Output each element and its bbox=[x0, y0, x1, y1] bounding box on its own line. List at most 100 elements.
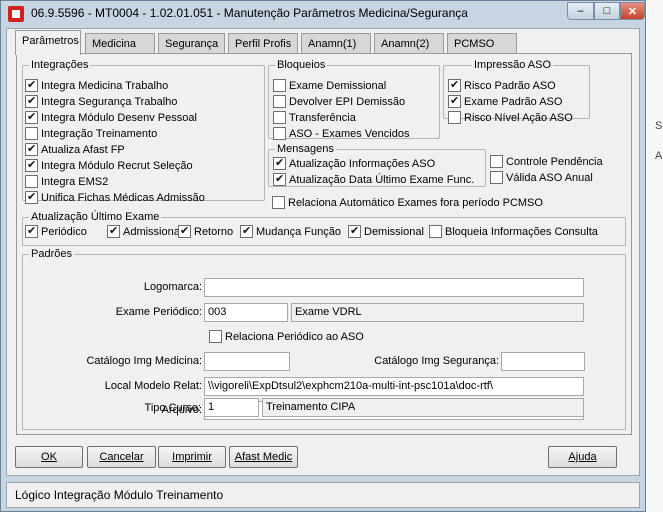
checkbox-label: Retorno bbox=[194, 225, 234, 238]
checkbox-box[interactable] bbox=[272, 196, 285, 209]
ajuda-button[interactable]: Ajuda bbox=[548, 446, 617, 468]
exame-demissional-checkbox[interactable]: Exame Demissional bbox=[273, 79, 386, 92]
periodico-checkbox[interactable]: Periódico bbox=[25, 224, 87, 238]
checkbox-box[interactable] bbox=[273, 79, 286, 92]
checkbox-box[interactable] bbox=[448, 94, 461, 108]
checkbox-label: Controle Pendência bbox=[506, 155, 603, 168]
logomarca-label: Logomarca: bbox=[143, 281, 202, 293]
ok-button[interactable]: OK bbox=[15, 446, 83, 468]
catalogo-seguranca-input[interactable] bbox=[501, 352, 585, 371]
integra-seguranca-checkbox[interactable]: Integra Segurança Trabalho bbox=[25, 94, 177, 108]
checkbox-box[interactable] bbox=[273, 95, 286, 108]
transferencia-checkbox[interactable]: Transferência bbox=[273, 111, 356, 124]
checkbox-label: Integra Medicina Trabalho bbox=[41, 79, 169, 92]
controle-pendencia-checkbox[interactable]: Controle Pendência bbox=[490, 155, 603, 168]
atualizacao-data-ultimo-exame-checkbox[interactable]: Atualização Data Último Exame Func. bbox=[273, 172, 475, 186]
integra-ems2-checkbox[interactable]: Integra EMS2 bbox=[25, 175, 108, 188]
close-button[interactable]: ✕ bbox=[620, 2, 645, 20]
checkbox-label: Integra Módulo Desenv Pessoal bbox=[41, 111, 197, 124]
checkbox-label: Integra EMS2 bbox=[41, 175, 109, 188]
catalogo-seguranca-label: Catálogo Img Segurança: bbox=[374, 355, 499, 367]
tab-parametros[interactable]: Parâmetros bbox=[15, 30, 81, 55]
tab-seguranca[interactable]: Segurança bbox=[158, 33, 225, 53]
checkbox-box[interactable] bbox=[25, 142, 38, 156]
checkbox-label: Devolver EPI Demissão bbox=[289, 95, 406, 108]
impressao-aso-legend: Impressão ASO bbox=[474, 59, 552, 71]
risco-padrao-checkbox[interactable]: Risco Padrão ASO bbox=[448, 78, 556, 92]
checkbox-label: Atualização Data Último Exame Func. bbox=[289, 173, 475, 186]
checkbox-box[interactable] bbox=[25, 110, 38, 124]
title-bar[interactable]: 06.9.5596 - MT0004 - 1.02.01.051 - Manut… bbox=[1, 1, 645, 27]
background-glyph: S bbox=[655, 120, 663, 132]
checkbox-box[interactable] bbox=[107, 224, 120, 238]
atualiza-afast-fp-checkbox[interactable]: Atualiza Afast FP bbox=[25, 142, 125, 156]
integra-medicina-checkbox[interactable]: Integra Medicina Trabalho bbox=[25, 78, 169, 92]
exame-periodico-description: Exame VDRL bbox=[291, 303, 584, 322]
checkbox-box[interactable] bbox=[490, 171, 503, 184]
status-bar: Lógico Integração Módulo Treinamento bbox=[6, 482, 640, 508]
checkbox-label: Atualiza Afast FP bbox=[41, 143, 125, 156]
checkbox-label: Bloqueia Informações Consulta bbox=[445, 225, 598, 238]
checkbox-box[interactable] bbox=[25, 94, 38, 108]
retorno-checkbox[interactable]: Retorno bbox=[178, 224, 234, 238]
checkbox-label: Exame Padrão ASO bbox=[464, 95, 563, 108]
tipo-curso-label: Tipo Curso: bbox=[144, 402, 201, 414]
checkbox-box[interactable] bbox=[25, 78, 38, 92]
checkbox-box[interactable] bbox=[490, 155, 503, 168]
checkbox-box[interactable] bbox=[25, 175, 38, 188]
checkbox-box[interactable] bbox=[348, 224, 361, 238]
tab-anamn-1[interactable]: Anamn(1) bbox=[301, 33, 371, 53]
relaciona-periodico-checkbox[interactable]: Relaciona Periódico ao ASO bbox=[209, 330, 364, 343]
checkbox-box[interactable] bbox=[273, 111, 286, 124]
unifica-fichas-checkbox[interactable]: Unifica Fichas Médicas Admissão bbox=[25, 190, 205, 204]
cancelar-button[interactable]: Cancelar bbox=[87, 446, 156, 468]
valida-aso-anual-checkbox[interactable]: Válida ASO Anual bbox=[490, 171, 593, 184]
checkbox-box[interactable] bbox=[240, 224, 253, 238]
checkbox-box[interactable] bbox=[25, 224, 38, 238]
afast-medic-button[interactable]: Afast Medic bbox=[229, 446, 298, 468]
checkbox-box[interactable] bbox=[25, 190, 38, 204]
checkbox-label: Relaciona Periódico ao ASO bbox=[225, 330, 364, 343]
checkbox-label: Válida ASO Anual bbox=[506, 171, 593, 184]
minimize-button[interactable]: – bbox=[567, 2, 594, 20]
checkbox-box[interactable] bbox=[273, 127, 286, 140]
checkbox-box[interactable] bbox=[178, 224, 191, 238]
integracao-treinamento-checkbox[interactable]: Integração Treinamento bbox=[25, 127, 157, 140]
devolver-epi-checkbox[interactable]: Devolver EPI Demissão bbox=[273, 95, 405, 108]
mudanca-funcao-checkbox[interactable]: Mudança Função bbox=[240, 224, 341, 238]
imprimir-button[interactable]: Imprimir bbox=[158, 446, 226, 468]
atualizacao-informacoes-aso-checkbox[interactable]: Atualização Informações ASO bbox=[273, 156, 436, 170]
tab-medicina[interactable]: Medicina bbox=[85, 33, 155, 53]
maximize-button[interactable]: □ bbox=[594, 2, 620, 20]
checkbox-box[interactable] bbox=[209, 330, 222, 343]
checkbox-box[interactable] bbox=[448, 111, 461, 124]
risco-nivel-acao-checkbox[interactable]: Risco Nível Ação ASO bbox=[448, 111, 573, 124]
dialog-content: Parâmetros Medicina Segurança Perfil Pro… bbox=[6, 28, 640, 476]
checkbox-label: Atualização Informações ASO bbox=[289, 157, 436, 170]
checkbox-label: Unifica Fichas Médicas Admissão bbox=[41, 191, 205, 204]
demissional-checkbox[interactable]: Demissional bbox=[348, 224, 424, 238]
aso-exames-vencidos-checkbox[interactable]: ASO - Exames Vencidos bbox=[273, 127, 409, 140]
catalogo-medicina-input[interactable] bbox=[204, 352, 290, 371]
tab-pcmso[interactable]: PCMSO bbox=[447, 33, 517, 53]
tipo-curso-code-input[interactable]: 1 bbox=[204, 398, 259, 417]
relaciona-automatico-checkbox[interactable]: Relaciona Automático Exames fora período… bbox=[272, 196, 543, 209]
exame-periodico-code-input[interactable]: 003 bbox=[204, 303, 288, 322]
integra-recrut-selecao-checkbox[interactable]: Integra Módulo Recrut Seleção bbox=[25, 158, 193, 172]
local-modelo-input[interactable]: \\vigoreli\ExpDtsul2\exphcm210a-multi-in… bbox=[204, 377, 584, 396]
checkbox-label: Transferência bbox=[289, 111, 356, 124]
logomarca-input[interactable] bbox=[204, 278, 584, 297]
integracoes-group: Integrações Integra Medicina Trabalho In… bbox=[22, 59, 265, 204]
checkbox-box[interactable] bbox=[273, 172, 286, 186]
exame-padrao-checkbox[interactable]: Exame Padrão ASO bbox=[448, 94, 563, 108]
checkbox-box[interactable] bbox=[25, 127, 38, 140]
bloqueia-informacoes-checkbox[interactable]: Bloqueia Informações Consulta bbox=[429, 225, 598, 238]
checkbox-box[interactable] bbox=[25, 158, 38, 172]
checkbox-box[interactable] bbox=[273, 156, 286, 170]
checkbox-box[interactable] bbox=[448, 78, 461, 92]
tab-anamn-2[interactable]: Anamn(2) bbox=[374, 33, 444, 53]
checkbox-box[interactable] bbox=[429, 225, 442, 238]
admissional-checkbox[interactable]: Admissional bbox=[107, 224, 182, 238]
tab-perfil-profis[interactable]: Perfil Profis bbox=[228, 33, 298, 53]
integra-desenv-pessoal-checkbox[interactable]: Integra Módulo Desenv Pessoal bbox=[25, 110, 197, 124]
